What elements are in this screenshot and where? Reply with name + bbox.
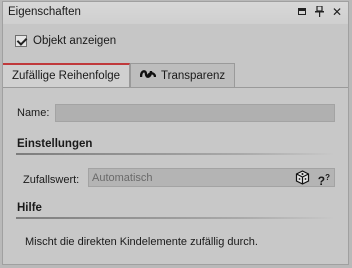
name-label: Name:: [17, 107, 50, 119]
random-value-label: Zufallswert:: [23, 174, 80, 186]
transparency-icon: [139, 68, 157, 83]
dice-icon[interactable]: [295, 170, 310, 185]
name-field[interactable]: [55, 104, 335, 122]
help-heading: Hilfe: [17, 202, 42, 214]
help-glyph: ?: [317, 174, 326, 188]
tab-bar: Zufällige Reihenfolge Transparenz: [3, 63, 236, 87]
settings-divider: [16, 153, 335, 155]
show-object-toggle[interactable]: Objekt anzeigen: [15, 35, 116, 47]
tab-random-order[interactable]: Zufällige Reihenfolge: [3, 63, 131, 87]
titlebar-controls: ✕: [298, 5, 342, 21]
random-value-placeholder: Automatisch: [92, 172, 153, 184]
random-value-field[interactable]: Automatisch ??: [88, 168, 335, 189]
tab-transparency-label: Transparenz: [161, 69, 226, 82]
tab-random-order-label: Zufällige Reihenfolge: [12, 70, 121, 82]
restore-icon[interactable]: [298, 8, 306, 15]
pin-icon[interactable]: [314, 5, 324, 21]
tab-content: Name: Einstellungen Zufallswert: Automat…: [3, 88, 348, 264]
help-description: Mischt die direkten Kindelemente zufälli…: [25, 236, 258, 248]
show-object-label: Objekt anzeigen: [33, 35, 117, 47]
panel-titlebar: Eigenschaften ✕: [3, 2, 348, 24]
tab-transparency[interactable]: Transparenz: [130, 63, 236, 87]
help-divider: [16, 217, 335, 219]
settings-heading: Einstellungen: [17, 138, 93, 150]
help-icon[interactable]: ??: [318, 170, 330, 189]
properties-panel: Eigenschaften ✕ Objekt anzeigen Zufällig…: [2, 1, 349, 265]
show-object-checkbox[interactable]: [15, 35, 27, 47]
panel-title: Eigenschaften: [8, 6, 81, 18]
close-icon[interactable]: ✕: [332, 6, 342, 21]
